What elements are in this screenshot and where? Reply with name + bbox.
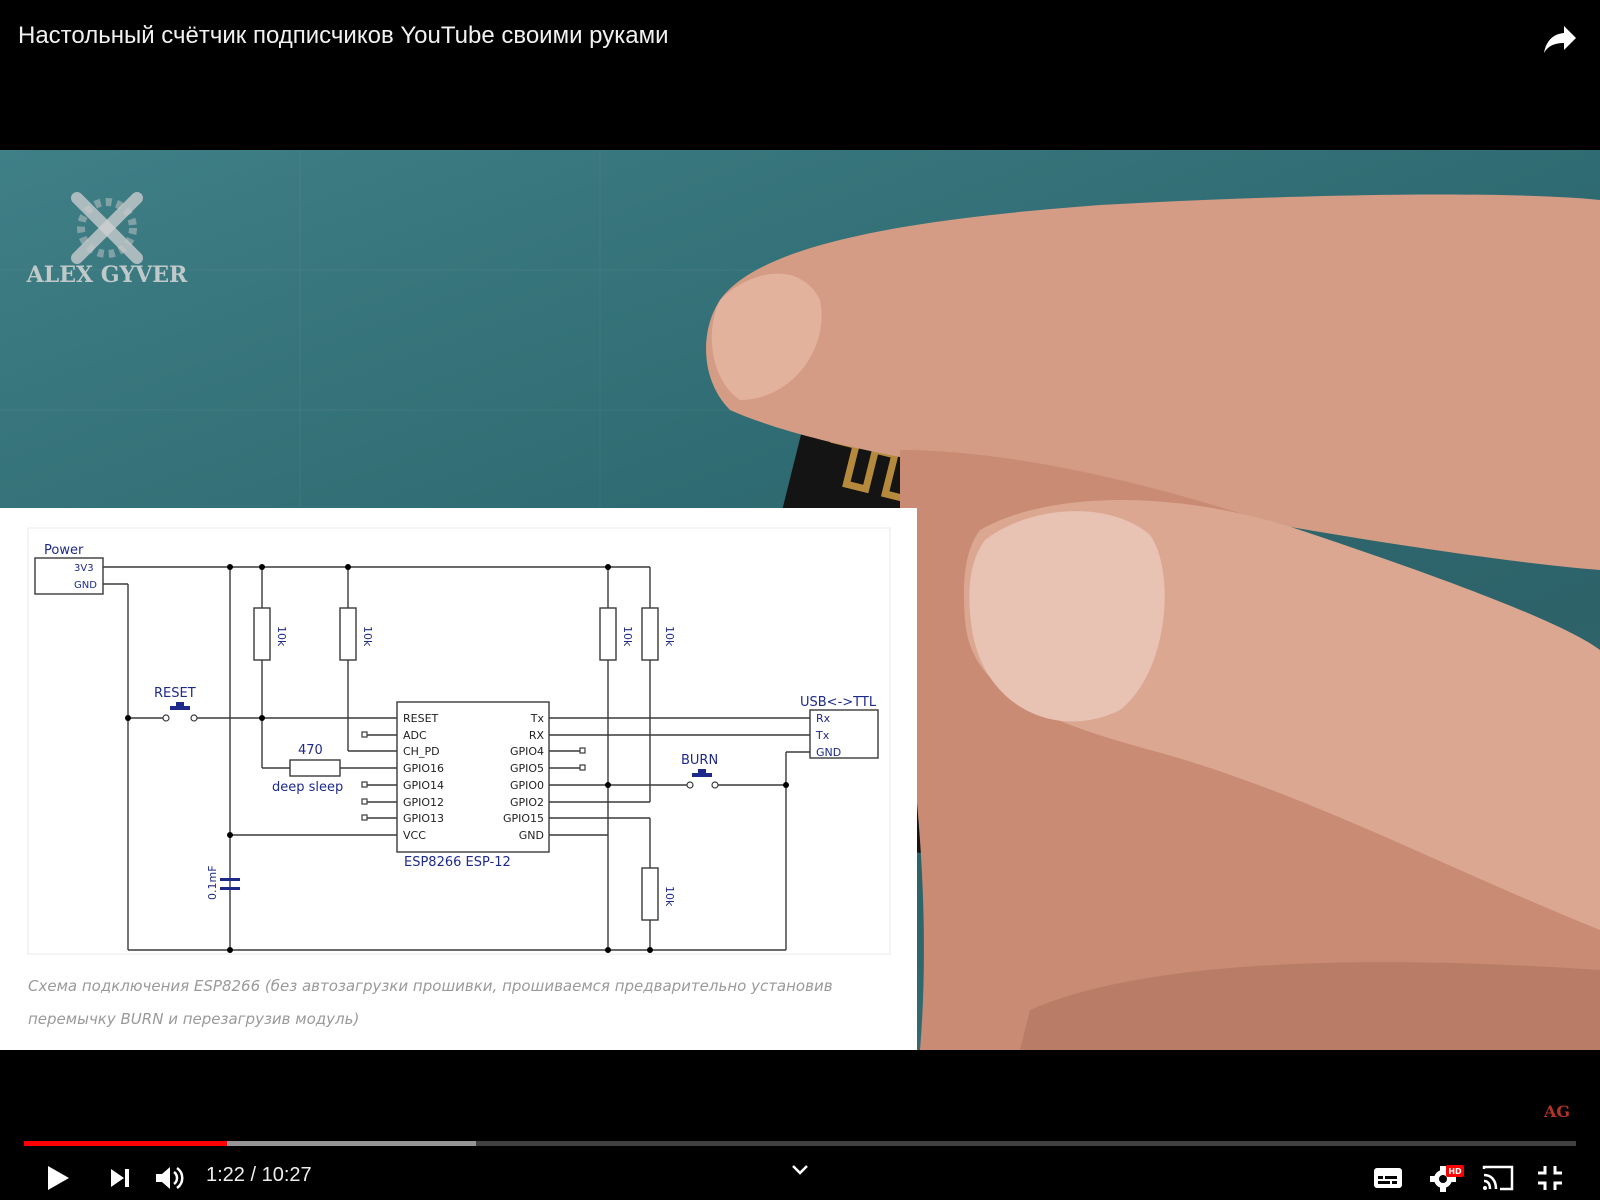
label-reset: RESET xyxy=(154,686,196,701)
channel-watermark-logo: ALEX GYVER xyxy=(26,192,188,288)
pin-rx: RX xyxy=(529,729,545,742)
gear-icon: HD xyxy=(1430,1165,1464,1192)
time-display: 1:22 / 10:27 xyxy=(206,1164,312,1187)
next-button[interactable] xyxy=(104,1156,136,1200)
schematic-overlay: Power 3V3 GND RESET BURN USB<->TTL Rx Tx… xyxy=(0,508,917,1050)
time-separator: / xyxy=(244,1164,262,1186)
video-title[interactable]: Настольный счётчик подписчиков YouTube с… xyxy=(18,22,669,50)
progress-played xyxy=(24,1141,228,1146)
label-gnd-ttl: GND xyxy=(816,746,841,759)
hd-badge: HD xyxy=(1448,1167,1462,1176)
time-current: 1:22 xyxy=(206,1164,245,1186)
exit-fullscreen-icon xyxy=(1538,1166,1562,1190)
label-power: Power xyxy=(44,543,84,558)
label-rx: Rx xyxy=(816,712,831,725)
label-3v3: 3V3 xyxy=(74,563,94,574)
share-button[interactable] xyxy=(1540,18,1580,58)
video-frame[interactable]: ALEX GYVER Power 3V3 GND RESET BURN USB<… xyxy=(0,150,1600,1050)
volume-button[interactable] xyxy=(152,1156,188,1200)
pin-tx: Tx xyxy=(530,712,545,725)
pin-gpio5: GPIO5 xyxy=(510,762,544,775)
label-gnd: GND xyxy=(74,580,97,591)
pin-gpio4: GPIO4 xyxy=(510,745,544,758)
skip-next-icon xyxy=(111,1169,129,1187)
pin-gnd: GND xyxy=(519,829,544,842)
label-usb-ttl: USB<->TTL xyxy=(800,695,877,710)
time-total: 10:27 xyxy=(261,1164,312,1186)
pin-gpio2: GPIO2 xyxy=(510,796,544,809)
pin-adc: ADC xyxy=(403,729,427,742)
play-icon xyxy=(48,1166,69,1190)
pin-gpio15: GPIO15 xyxy=(503,812,544,825)
label-r4: 10k xyxy=(663,626,676,647)
pin-vcc: VCC xyxy=(403,829,426,842)
exit-fullscreen-button[interactable] xyxy=(1532,1156,1568,1200)
subtitles-button[interactable] xyxy=(1368,1156,1408,1200)
pin-gpio14: GPIO14 xyxy=(403,779,444,792)
label-deep-sleep: deep sleep xyxy=(272,780,343,795)
ag-badge: AG xyxy=(1544,1102,1571,1121)
label-cap: 0.1mF xyxy=(206,865,219,900)
play-button[interactable] xyxy=(40,1156,76,1200)
volume-icon xyxy=(156,1166,184,1190)
watermark-text: ALEX GYVER xyxy=(26,262,188,288)
label-r2: 10k xyxy=(361,626,374,647)
pin-reset: RESET xyxy=(403,712,439,725)
pin-chpd: CH_PD xyxy=(403,745,440,758)
cast-button[interactable] xyxy=(1478,1156,1518,1200)
schematic-caption: Схема подключения ESP8266 (без автозагру… xyxy=(28,977,833,1028)
progress-bar[interactable] xyxy=(24,1141,1576,1146)
label-chip: ESP8266 ESP-12 xyxy=(404,855,511,870)
share-arrow-icon xyxy=(1544,26,1576,53)
settings-button[interactable]: HD xyxy=(1422,1156,1470,1200)
cast-icon xyxy=(1482,1165,1514,1191)
label-burn: BURN xyxy=(681,753,718,768)
label-r1: 10k xyxy=(275,626,288,647)
label-tx: Tx xyxy=(815,729,830,742)
label-r3: 10k xyxy=(621,626,634,647)
subtitles-icon xyxy=(1374,1168,1402,1188)
circuit-diagram: Power 3V3 GND RESET BURN USB<->TTL Rx Tx… xyxy=(27,527,891,955)
pin-gpio16: GPIO16 xyxy=(403,762,444,775)
chevron-down-icon[interactable] xyxy=(788,1160,812,1180)
label-r5: 10k xyxy=(663,886,676,907)
pin-gpio12: GPIO12 xyxy=(403,796,444,809)
pin-gpio0: GPIO0 xyxy=(510,779,544,792)
label-470: 470 xyxy=(298,743,323,758)
top-bar: Настольный счётчик подписчиков YouTube с… xyxy=(0,0,1600,150)
pin-gpio13: GPIO13 xyxy=(403,812,444,825)
